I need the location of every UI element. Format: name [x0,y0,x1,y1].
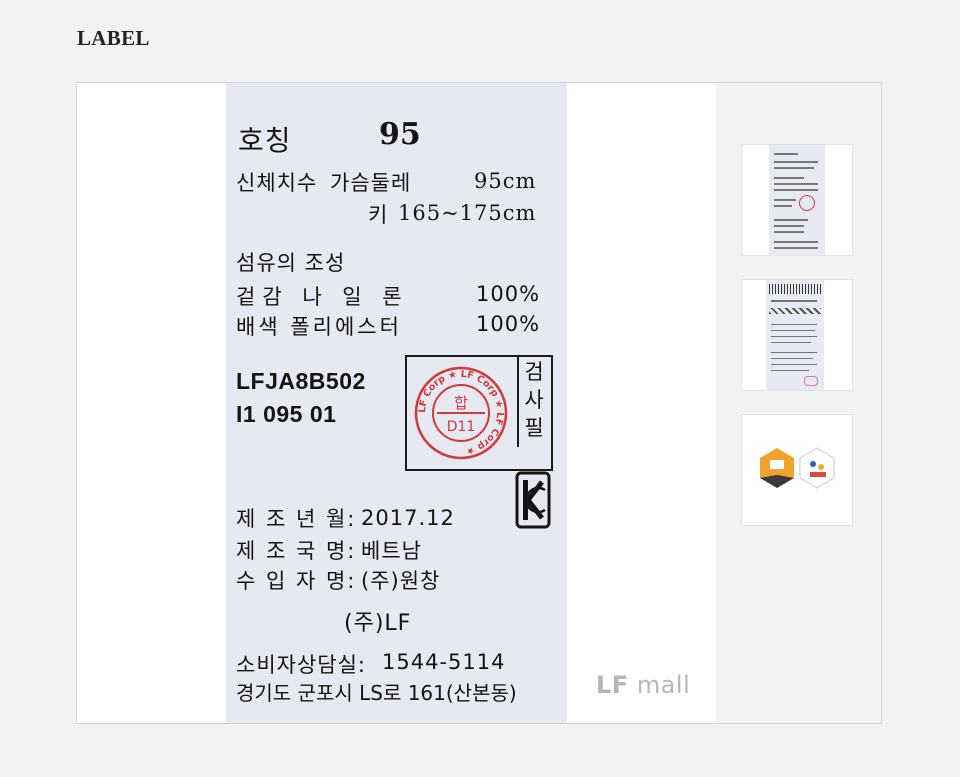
watermark-suffix: mall [636,671,691,699]
style-sub-code: I1 095 01 [236,401,337,427]
certification-badges-icon [760,447,835,489]
origin-label: 제 조 국 명: [236,539,357,563]
inspection-box: LF Corp ★ LF Corp ★ LF Corp ★ 합 D11 검 사 … [405,355,553,471]
trim-value: 100% [476,312,541,336]
inspection-char-1: 검 [524,360,544,384]
origin-value: 베트남 [361,539,422,563]
chest-value: 95cm [474,169,537,193]
stamp-center-bottom: D11 [447,419,476,435]
body-size-label: 신체치수 [236,171,318,195]
style-code: LFJA8B502 [236,368,366,394]
height-value: 165~175cm [398,201,537,225]
height-label: 키 [368,203,389,227]
inspection-stamp: LF Corp ★ LF Corp ★ LF Corp ★ 합 D11 [413,365,509,465]
thumbnail-label-front-image [769,145,825,255]
chest-label: 가슴둘레 [330,171,412,195]
mfg-date-label: 제 조 년 월: [236,507,357,531]
size-value: 95 [379,117,421,152]
cs-phone: 1544-5114 [382,650,506,674]
lf-mall-watermark: LF mall [596,671,690,699]
importer-value: (주)원창 [361,569,441,593]
mfg-date-value: 2017.12 [361,506,455,530]
inspection-divider [517,357,519,447]
thumbnail-label-back-image [766,280,824,390]
thumbnail-certification-badges[interactable] [741,414,853,526]
outer-value: 100% [476,282,541,306]
inspection-char-2: 사 [524,388,544,412]
importer-label: 수 입 자 명: [236,569,357,593]
address: 경기도 군포시 LS로 161(산본동) [236,681,517,705]
trim-label: 배색 폴리에스터 [236,315,402,339]
image-viewer: 호칭 95 신체치수 가슴둘레 95cm 키 165~175cm 섬유의 조성 … [76,82,882,724]
main-image: 호칭 95 신체치수 가슴둘레 95cm 키 165~175cm 섬유의 조성 … [77,83,716,723]
company-name: (주)LF [344,611,412,636]
cs-label: 소비자상담실: [236,653,366,677]
section-title: LABEL [77,26,150,50]
outer-label: 겉감 나 일 론 [236,285,409,309]
watermark-brand: LF [596,671,629,699]
fiber-title: 섬유의 조성 [236,251,346,275]
thumbnail-label-back[interactable] [741,279,853,391]
care-label: 호칭 95 신체치수 가슴둘레 95cm 키 165~175cm 섬유의 조성 … [226,83,567,723]
inspection-char-3: 필 [524,416,544,440]
kc-mark-icon [515,471,551,533]
stamp-center-top: 합 [454,394,468,412]
size-label: 호칭 [238,124,292,157]
thumbnail-label-front[interactable] [741,144,853,256]
